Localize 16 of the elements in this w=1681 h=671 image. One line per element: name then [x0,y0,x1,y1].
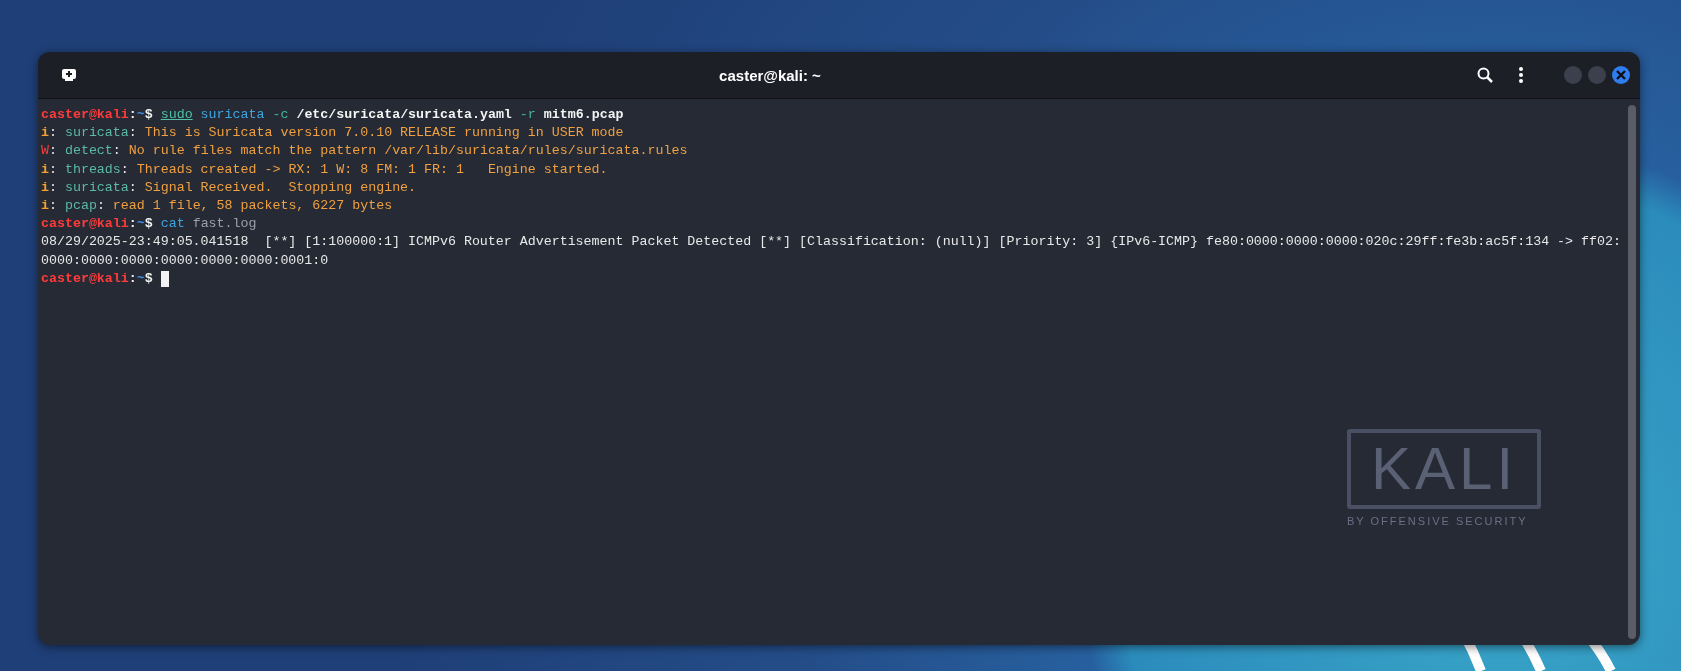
terminal-line: i: threads: Threads created -> RX: 1 W: 8 FM: 1 FR: 1 Engine started. [41,160,608,179]
window-title: caster@kali: ~ [718,66,822,84]
terminal-line: 08/29/2025-23:49:05.041518 [**] [1:100000:1] ICMPv6 Router Advertisement Packet Detected [**] [Classification: (null)] [Priority: 3] {IPv6-ICMP} fe80:0000:0000:0000:020c:29ff:fe3b:ac5f:134 -> ff02: [41,233,1621,252]
terminal-line: i: suricata: Signal Received. Stopping engine. [41,178,417,197]
scrollbar[interactable] [1628,105,1636,639]
terminal-line: caster@kali:~$ cat fast.log [41,215,257,234]
terminal-line: caster@kali:~$ [41,269,154,288]
close-button[interactable] [1612,66,1630,84]
wallpaper-logo: KALI [1347,429,1542,509]
terminal-line: 0000:0000:0000:0000:0000:0000:0001:0 [41,251,329,270]
wallpaper-tagline: BY OFFENSIVE SECURITY [1347,515,1528,527]
terminal-line: caster@kali:~$ sudo suricata -c /etc/suricata/suricata.yaml -r mitm6.pcap [41,106,624,124]
terminal-line: i: suricata: This is Suricata version 7.0.10 RELEASE running in USER mode [41,124,624,143]
close-icon [1616,70,1626,80]
terminal-line: W: detect: No rule files match the pattern /var/lib/suricata/rules/suricata.rules [41,142,688,161]
terminal-line: i: pcap: read 1 file, 58 packets, 6227 bytes [41,197,393,215]
